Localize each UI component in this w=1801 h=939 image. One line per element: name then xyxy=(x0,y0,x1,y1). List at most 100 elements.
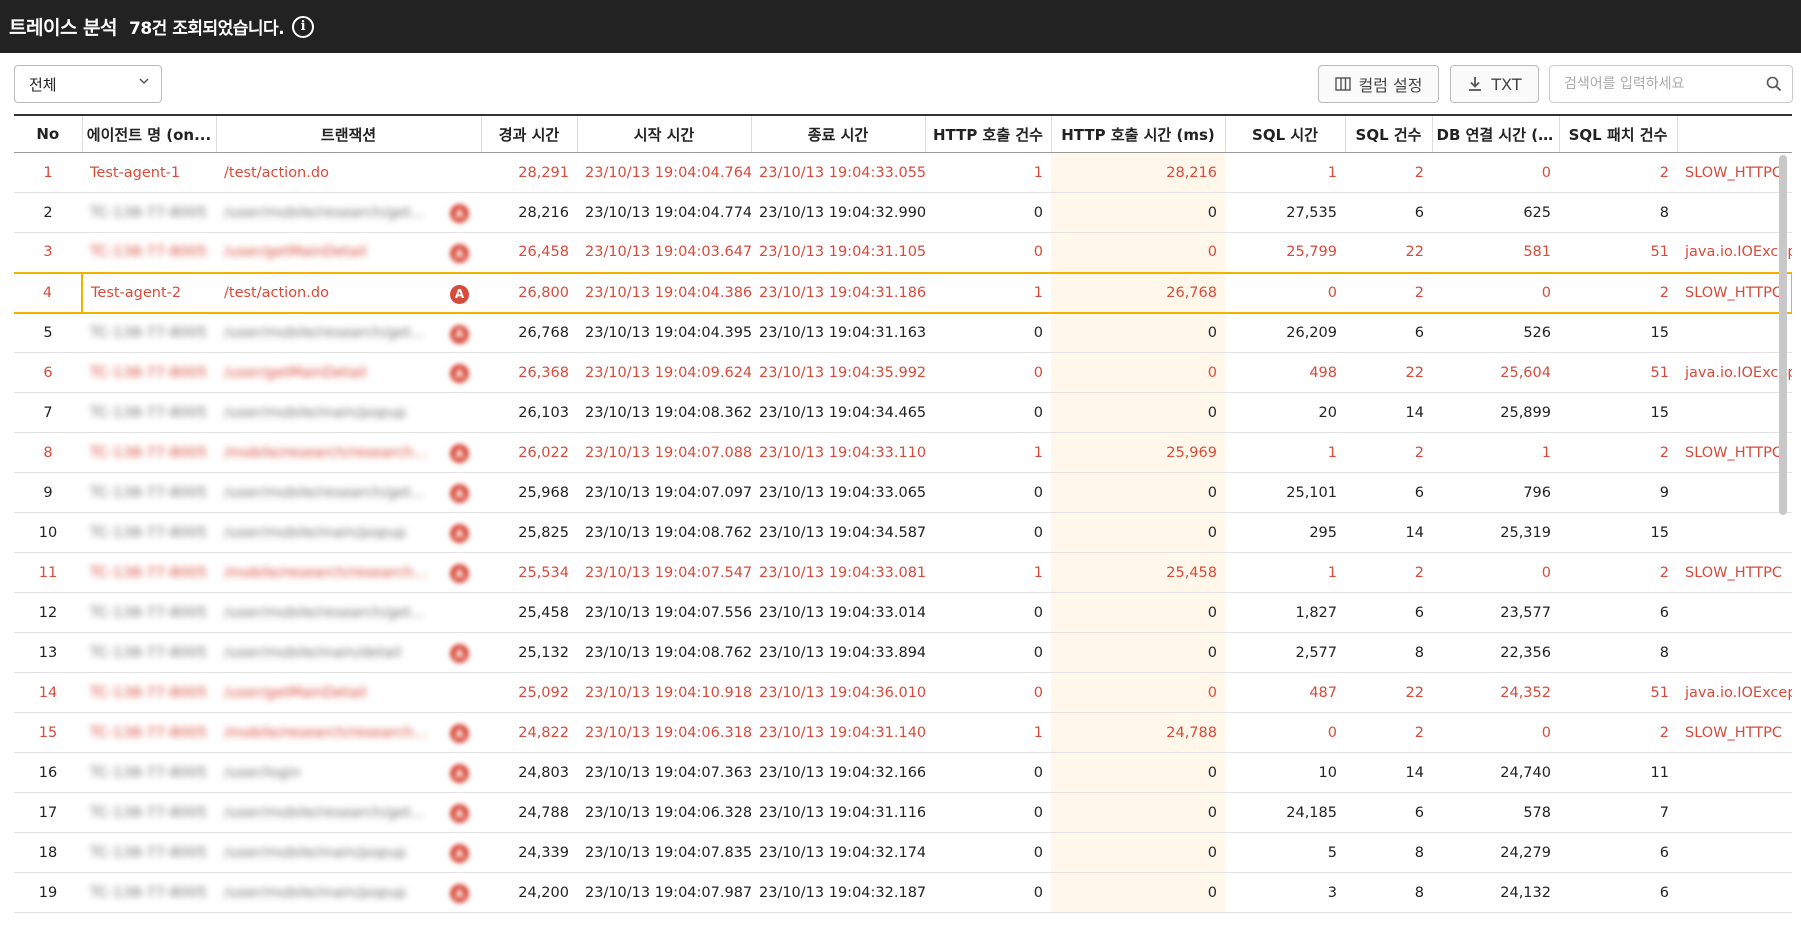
elapsed-time: 25,132 xyxy=(518,644,569,661)
agent-name-cell: TC-138-77-8005 xyxy=(82,672,216,713)
alert-badge-icon[interactable]: A xyxy=(450,484,469,503)
table-row[interactable]: 14 TC-138-77-8005/user/getMainDetail 25,09… xyxy=(14,672,1792,713)
alert-badge-icon[interactable]: A xyxy=(450,844,469,863)
alert-badge-icon[interactable]: A xyxy=(450,564,469,583)
sql-time-cell: 295 xyxy=(1225,512,1345,553)
column-settings-button[interactable]: 컬럼 설정 xyxy=(1318,65,1439,103)
table-row[interactable]: 5 TC-138-77-8005/user/mobile/research/get… xyxy=(14,312,1792,353)
filter-select[interactable]: 전체 xyxy=(14,65,162,103)
table-row[interactable]: 2 TC-138-77-8005/user/mobile/research/get… xyxy=(14,192,1792,233)
end-time: 23/10/13 19:04:32.166 xyxy=(759,764,925,781)
alert-badge-icon[interactable]: A xyxy=(450,764,469,783)
column-header[interactable] xyxy=(1677,114,1792,153)
alert-badge-icon[interactable]: A xyxy=(450,804,469,823)
alert-badge-icon[interactable]: A xyxy=(450,324,469,344)
transaction-name-cell: /test/action.do xyxy=(216,152,481,193)
transaction-name: /user/mobile/research/get... xyxy=(224,804,425,821)
search-input[interactable] xyxy=(1562,75,1766,93)
table-row[interactable]: 13 TC-138-77-8005/user/mobile/main/detail… xyxy=(14,632,1792,673)
agent-name: TC-138-77-8005 xyxy=(90,844,207,861)
column-header[interactable]: HTTP 호출 시간 (ms) xyxy=(1051,114,1226,153)
table-row[interactable]: 1 Test-agent-1/test/action.do 28,291 23/10/… xyxy=(14,152,1792,193)
http-call-count: 0 xyxy=(1033,804,1043,821)
start-time: 23/10/13 19:04:08.362 xyxy=(585,404,751,421)
sql-fetch-count-cell: 51 xyxy=(1559,232,1677,273)
column-header[interactable]: 경과 시간 xyxy=(481,114,578,153)
http-call-time-cell: 0 xyxy=(1051,872,1225,913)
sql-time-cell: 487 xyxy=(1225,672,1345,713)
http-call-time: 0 xyxy=(1207,604,1217,621)
column-header[interactable]: DB 연결 시간 (... xyxy=(1432,114,1560,153)
agent-name-cell: TC-138-77-8005 xyxy=(82,432,216,473)
end-time-cell: 23/10/13 19:04:31.105 xyxy=(751,232,925,273)
alert-badge-icon[interactable]: A xyxy=(450,284,469,304)
column-header[interactable]: 에이전트 명 (on... xyxy=(82,114,217,153)
start-time: 23/10/13 19:04:07.547 xyxy=(585,564,751,581)
txt-download-button[interactable]: TXT xyxy=(1450,65,1539,103)
alert-badge-icon[interactable]: A xyxy=(450,724,469,743)
agent-name: TC-138-77-8005 xyxy=(90,524,207,541)
agent-name-cell: TC-138-77-8005 xyxy=(82,392,216,433)
elapsed-time: 26,022 xyxy=(518,444,569,461)
start-time-cell: 23/10/13 19:04:07.987 xyxy=(577,872,751,913)
transaction-name-cell: /user/getMainDetail A xyxy=(216,232,481,273)
alert-badge-icon[interactable]: A xyxy=(450,204,469,223)
table-row[interactable]: 7 TC-138-77-8005/user/mobile/main/popup 26… xyxy=(14,392,1792,433)
column-header[interactable]: 트랜잭션 xyxy=(216,114,482,153)
table-row[interactable]: 4 Test-agent-2/test/action.do A 26,800 23/10… xyxy=(14,271,1792,314)
table-row[interactable]: 12 TC-138-77-8005/user/mobile/research/ge… xyxy=(14,592,1792,633)
agent-name: TC-138-77-8005 xyxy=(90,684,207,701)
start-time: 23/10/13 19:04:07.556 xyxy=(585,604,751,621)
alert-badge-icon[interactable]: A xyxy=(450,524,469,543)
sql-fetch-count: 51 xyxy=(1650,684,1669,701)
table-row[interactable]: 8 TC-138-77-8005/mobile/research/research… xyxy=(14,432,1792,473)
table-row[interactable]: 17 TC-138-77-8005/user/mobile/research/ge… xyxy=(14,792,1792,833)
column-header[interactable]: SQL 건수 xyxy=(1345,114,1433,153)
alert-badge-icon[interactable]: A xyxy=(450,244,469,263)
end-time-cell: 23/10/13 19:04:36.010 xyxy=(751,672,925,713)
row-number-cell: 8 xyxy=(14,432,82,473)
end-time-cell: 23/10/13 19:04:33.055 xyxy=(751,152,925,193)
column-header[interactable]: 종료 시간 xyxy=(751,114,926,153)
table-row[interactable]: 6 TC-138-77-8005/user/getMainDetail A 26,36… xyxy=(14,352,1792,393)
sql-time-cell: 24,185 xyxy=(1225,792,1345,833)
agent-name: TC-138-77-8005 xyxy=(90,484,207,501)
table-row[interactable]: 19 TC-138-77-8005/user/mobile/main/popup A… xyxy=(14,872,1792,913)
column-header[interactable]: SQL 패치 건수 xyxy=(1559,114,1678,153)
row-number-cell: 9 xyxy=(14,472,82,513)
error-type-cell: java.io.IOExcept xyxy=(1677,232,1792,273)
table-row[interactable]: 3 TC-138-77-8005/user/getMainDetail A 26,45… xyxy=(14,232,1792,273)
elapsed-time: 24,803 xyxy=(518,764,569,781)
table-row[interactable]: 18 TC-138-77-8005/user/mobile/main/popup A… xyxy=(14,832,1792,873)
sql-fetch-count: 8 xyxy=(1659,644,1669,661)
column-settings-label: 컬럼 설정 xyxy=(1358,76,1423,95)
sql-fetch-count-cell: 51 xyxy=(1559,352,1677,393)
sql-fetch-count-cell: 15 xyxy=(1559,512,1677,553)
table-row[interactable]: 16 TC-138-77-8005/user/login A 24,803 23/10/… xyxy=(14,752,1792,793)
alert-badge-icon[interactable]: A xyxy=(450,364,469,383)
row-number-cell: 6 xyxy=(14,352,82,393)
transaction-name: /user/mobile/research/get... xyxy=(224,204,425,221)
end-time: 23/10/13 19:04:32.174 xyxy=(759,844,925,861)
column-header[interactable]: No xyxy=(14,114,83,153)
search-icon[interactable] xyxy=(1766,76,1782,92)
table-row[interactable]: 10 TC-138-77-8005/user/mobile/main/popup A… xyxy=(14,512,1792,553)
db-connect-time-cell: 24,279 xyxy=(1432,832,1559,873)
column-header[interactable]: 시작 시간 xyxy=(577,114,752,153)
alert-badge-icon[interactable]: A xyxy=(450,884,469,903)
alert-badge-icon[interactable]: A xyxy=(450,644,469,663)
column-header[interactable]: SQL 시간 xyxy=(1225,114,1346,153)
http-call-count-cell: 1 xyxy=(925,712,1051,753)
alert-badge-icon[interactable]: A xyxy=(450,444,469,463)
agent-name: TC-138-77-8005 xyxy=(90,644,207,661)
sql-fetch-count: 9 xyxy=(1659,484,1669,501)
end-time-cell: 23/10/13 19:04:33.014 xyxy=(751,592,925,633)
table-row[interactable]: 9 TC-138-77-8005/user/mobile/research/get… xyxy=(14,472,1792,513)
table-row[interactable]: 11 TC-138-77-8005/mobile/research/researc… xyxy=(14,552,1792,593)
info-icon[interactable]: i xyxy=(292,15,315,38)
http-call-time-cell: 0 xyxy=(1051,192,1225,233)
table-row[interactable]: 15 TC-138-77-8005/mobile/research/researc… xyxy=(14,712,1792,753)
column-header[interactable]: HTTP 호출 건수 xyxy=(925,114,1052,153)
scrollbar[interactable] xyxy=(1779,155,1787,515)
db-connect-time-cell: 0 xyxy=(1432,712,1559,753)
